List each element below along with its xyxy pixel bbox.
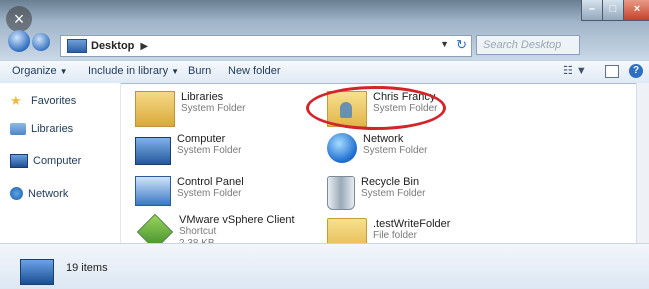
new-folder-button[interactable]: New folder: [228, 65, 281, 77]
item-type: System Folder: [361, 188, 426, 199]
organize-button[interactable]: Organize ▼: [12, 65, 68, 77]
list-item-computer[interactable]: Computer System Folder: [135, 133, 241, 165]
list-item-libraries[interactable]: Libraries System Folder: [135, 91, 245, 127]
list-item-control-panel[interactable]: Control Panel System Folder: [135, 176, 244, 206]
item-name: Recycle Bin: [361, 176, 420, 188]
network-icon: [10, 187, 23, 200]
item-type: System Folder: [177, 145, 242, 156]
command-toolbar: Organize ▼ Include in library ▼ Burn New f…: [0, 60, 649, 84]
details-pane: 19 items: [0, 243, 649, 289]
organize-caret-icon: ▼: [59, 67, 68, 76]
burn-button[interactable]: Burn: [188, 65, 211, 77]
burn-label: Burn: [188, 65, 212, 77]
organize-label: Organize: [12, 65, 57, 77]
item-type: System Folder: [177, 188, 242, 199]
back-button[interactable]: [8, 30, 30, 52]
libraries-folder-icon: [135, 91, 175, 127]
change-view-icon[interactable]: ☷ ▼: [563, 64, 587, 77]
minimize-button[interactable]: –: [581, 0, 603, 21]
item-name: VMware vSphere Client: [179, 214, 295, 226]
item-count: 19 items: [66, 262, 108, 274]
sidebar-item-favorites[interactable]: ★ Favorites: [10, 93, 76, 109]
item-type: File folder: [373, 230, 417, 241]
navigation-pane: ★ Favorites Libraries Computer Network: [0, 83, 121, 243]
close-overlay-icon[interactable]: ×: [6, 6, 32, 32]
computer-icon: [10, 154, 28, 168]
libraries-icon: [10, 123, 26, 135]
include-in-library-button[interactable]: Include in library ▼: [88, 65, 179, 77]
desktop-icon: [67, 39, 87, 53]
breadcrumb-chevron-icon[interactable]: ▶: [140, 41, 148, 52]
include-in-library-label: Include in library: [88, 65, 169, 77]
sidebar-item-computer[interactable]: Computer: [10, 154, 81, 168]
sidebar-item-libraries[interactable]: Libraries: [10, 123, 73, 135]
address-text: Desktop: [91, 40, 135, 52]
search-placeholder: Search Desktop: [483, 39, 562, 51]
item-name: Libraries: [181, 91, 224, 103]
item-type: Shortcut: [179, 226, 217, 237]
item-name: Network: [363, 133, 404, 145]
sidebar-item-label: Computer: [33, 155, 82, 167]
network-icon: [327, 133, 357, 163]
item-name: Computer: [177, 133, 226, 145]
item-name: .testWriteFolder: [373, 218, 451, 230]
control-panel-icon: [135, 176, 171, 206]
maximize-button[interactable]: □: [602, 0, 624, 21]
new-folder-label: New folder: [228, 65, 281, 77]
address-dropdown-icon[interactable]: ▼: [440, 39, 449, 49]
include-caret-icon: ▼: [171, 67, 180, 76]
forward-button[interactable]: [32, 33, 50, 51]
preview-pane-icon[interactable]: [605, 65, 619, 78]
highlight-ellipse: [306, 86, 446, 130]
computer-icon: [135, 137, 171, 165]
help-icon[interactable]: ?: [629, 64, 643, 78]
recycle-bin-icon: [327, 176, 355, 210]
item-type: System Folder: [181, 103, 246, 114]
refresh-icon[interactable]: ↻: [456, 37, 467, 53]
vertical-scrollbar[interactable]: [636, 83, 649, 243]
item-name: Control Panel: [177, 176, 244, 188]
sidebar-item-label: Network: [28, 187, 69, 200]
address-bar[interactable]: Desktop ▶ ▼ ↻: [60, 35, 472, 57]
sidebar-item-label: Favorites: [31, 95, 77, 107]
item-type: System Folder: [363, 145, 428, 156]
list-item-recycle-bin[interactable]: Recycle Bin System Folder: [327, 176, 425, 210]
desktop-icon: [20, 259, 54, 285]
sidebar-item-network[interactable]: Network: [10, 187, 68, 200]
close-button[interactable]: ×: [623, 0, 649, 21]
list-item-network[interactable]: Network System Folder: [327, 133, 427, 163]
window-controls: – □ ×: [581, 0, 649, 22]
sidebar-item-label: Libraries: [31, 123, 74, 135]
star-icon: ★: [10, 93, 22, 108]
search-input[interactable]: Search Desktop: [476, 35, 580, 55]
